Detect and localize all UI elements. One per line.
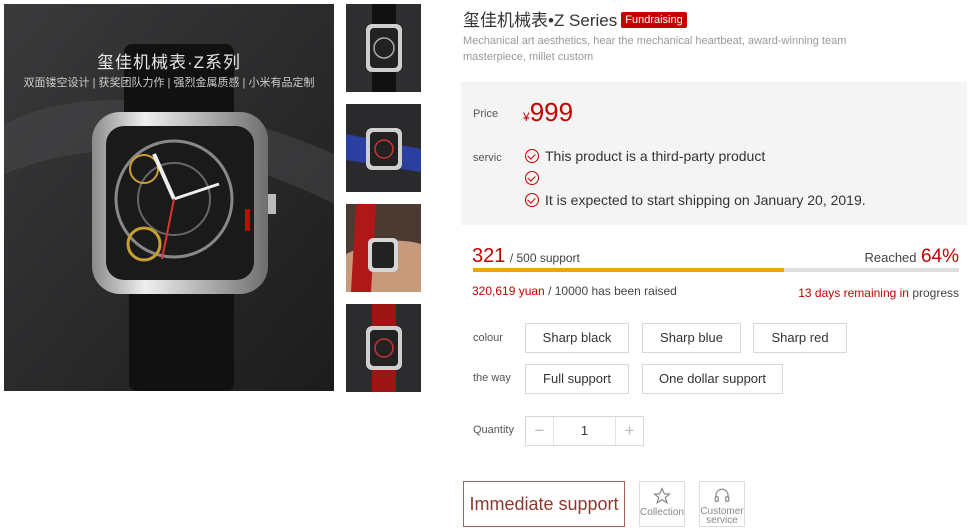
support-count-value: 321 <box>472 245 506 267</box>
way-label: the way <box>473 372 511 384</box>
colour-label: colour <box>473 332 503 344</box>
reached-label: Reached <box>864 250 917 265</box>
thumbnail-watch-wrist-icon <box>346 204 421 292</box>
price-display: ¥999 <box>523 97 573 128</box>
funding-progress-bar <box>473 268 959 272</box>
way-option-full-support[interactable]: Full support <box>525 364 629 394</box>
thumbnail-1[interactable] <box>346 4 421 92</box>
star-icon <box>653 487 671 505</box>
collection-button[interactable]: Collection <box>639 481 685 527</box>
service-item-1: This product is a third-party product <box>525 148 765 164</box>
support-total: / 500 support <box>509 251 580 265</box>
thumbnail-2[interactable] <box>346 104 421 192</box>
immediate-support-button[interactable]: Immediate support <box>463 481 625 527</box>
check-circle-icon <box>525 193 539 207</box>
product-subtitle: Mechanical art aesthetics, hear the mech… <box>463 35 847 63</box>
way-option-one-dollar[interactable]: One dollar support <box>642 364 783 394</box>
service-label: servic <box>473 152 502 164</box>
quantity-input[interactable]: 1 <box>554 417 615 445</box>
fundraising-badge: Fundraising <box>621 12 687 28</box>
support-count: 321 / 500 support <box>472 245 580 268</box>
product-title: 玺佳机械表•Z Series Fundraising <box>463 6 687 31</box>
reached-value: 64% <box>920 246 959 267</box>
thumbnail-4[interactable] <box>346 304 421 392</box>
check-circle-icon <box>525 171 539 185</box>
raised-text: 320,619 yuan / 10000 has been raised <box>472 284 677 298</box>
quantity-minus-button[interactable]: − <box>526 417 554 445</box>
days-remaining-text: 13 days remaining in <box>798 286 909 300</box>
check-circle-icon <box>525 149 539 163</box>
headset-icon <box>714 488 730 502</box>
thumbnail-3[interactable] <box>346 204 421 292</box>
thumbnail-watch-black-icon <box>346 4 421 92</box>
colour-option-sharp-red[interactable]: Sharp red <box>753 323 847 353</box>
reached-percentage: Reached 64% <box>864 246 959 268</box>
quantity-stepper: − 1 + <box>525 416 644 446</box>
thumbnail-watch-red-icon <box>346 304 421 392</box>
service-item-3: It is expected to start shipping on Janu… <box>525 192 866 208</box>
main-image-headline: 玺佳机械表·Z系列 <box>96 53 242 72</box>
funding-progress-fill <box>473 268 785 272</box>
days-remaining-suffix: progress <box>912 286 959 300</box>
price-currency: ¥ <box>523 110 530 124</box>
colour-option-sharp-black[interactable]: Sharp black <box>525 323 629 353</box>
raised-amount: 320,619 yuan <box>472 284 545 298</box>
raised-rest: / 10000 has been raised <box>548 284 677 298</box>
price-value: 999 <box>529 97 574 127</box>
days-remaining: 13 days remaining in progress <box>798 286 959 300</box>
collection-label: Collection <box>640 507 684 518</box>
service-item-2 <box>525 170 545 186</box>
main-product-image[interactable]: 玺佳机械表·Z系列 双面镂空设计 | 获奖团队力作 | 强烈金属质感 | 小米有… <box>4 4 334 391</box>
quantity-label: Quantity <box>473 424 514 436</box>
quantity-plus-button[interactable]: + <box>615 417 643 445</box>
product-title-text: 玺佳机械表•Z Series <box>463 11 618 30</box>
price-label: Price <box>473 108 499 120</box>
colour-option-sharp-blue[interactable]: Sharp blue <box>642 323 741 353</box>
customer-service-button[interactable]: Customer service <box>699 481 745 527</box>
thumbnail-watch-blue-icon <box>346 104 421 192</box>
customer-service-label: Customer service <box>700 506 744 526</box>
main-image-tagline: 双面镂空设计 | 获奖团队力作 | 强烈金属质感 | 小米有品定制 <box>23 77 315 89</box>
